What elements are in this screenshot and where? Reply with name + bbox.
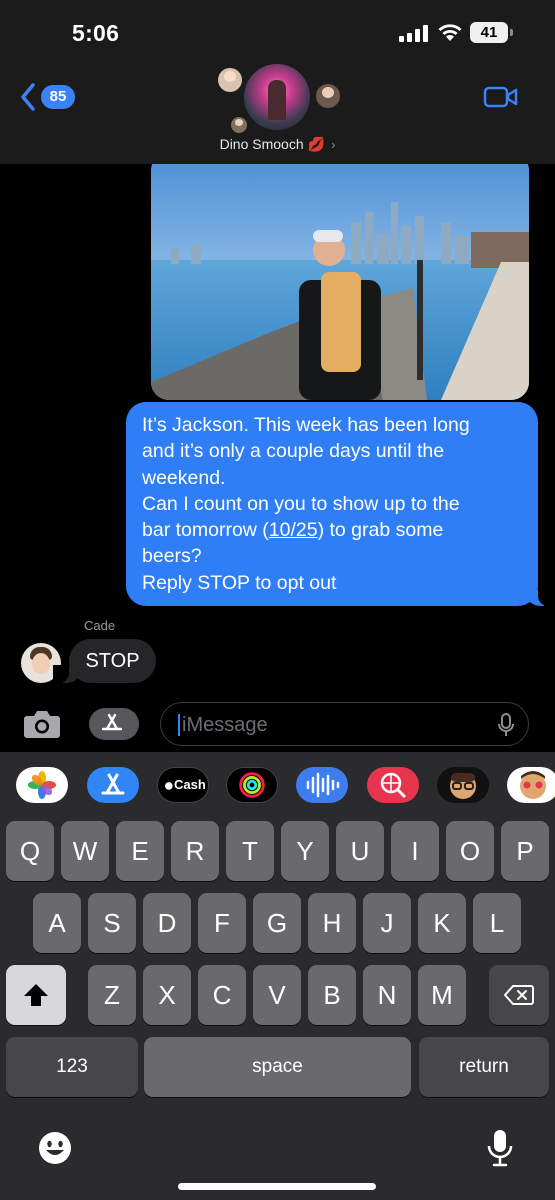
message-line: bar tomorrow (10/25) to grab some (142, 517, 522, 543)
key-i[interactable]: I (391, 821, 439, 881)
back-button[interactable]: 85 (20, 83, 75, 111)
key-f[interactable]: F (198, 893, 246, 953)
shift-icon (24, 984, 48, 1006)
key-d[interactable]: D (143, 893, 191, 953)
member-avatar (231, 117, 247, 133)
key-k[interactable]: K (418, 893, 466, 953)
numbers-key[interactable]: 123 (6, 1037, 138, 1097)
member-avatar (316, 84, 340, 108)
apps-button[interactable] (89, 708, 139, 740)
delete-icon (504, 985, 534, 1005)
key-u[interactable]: U (336, 821, 384, 881)
photos-app-button[interactable] (16, 767, 68, 803)
status-time: 5:06 (72, 20, 120, 46)
video-camera-icon[interactable] (483, 85, 519, 109)
message-text: bar tomorrow ( (142, 519, 269, 542)
shift-key[interactable] (6, 965, 66, 1025)
key-a[interactable]: A (33, 893, 81, 953)
message-line: weekend. (142, 466, 226, 489)
key-s[interactable]: S (88, 893, 136, 953)
audio-message-button[interactable] (296, 767, 348, 803)
memoji-button[interactable] (437, 767, 489, 803)
memoji-stickers-icon (520, 771, 546, 799)
key-x[interactable]: X (143, 965, 191, 1025)
battery-indicator: 41 (470, 22, 514, 43)
waveform-icon (306, 772, 340, 798)
microphone-icon[interactable] (498, 713, 514, 737)
key-p[interactable]: P (501, 821, 549, 881)
memoji-icon (450, 773, 476, 799)
photo-message[interactable] (151, 152, 529, 400)
memoji-stickers-button[interactable] (507, 767, 555, 803)
camera-icon[interactable] (23, 708, 61, 740)
message-input[interactable]: iMessage (160, 702, 529, 746)
activity-rings-icon (239, 772, 265, 798)
sender-name: Cade (84, 618, 116, 633)
member-avatar (218, 68, 242, 92)
key-g[interactable]: G (253, 893, 301, 953)
key-b[interactable]: B (308, 965, 356, 1025)
microphone-icon[interactable] (487, 1129, 513, 1167)
lips-emoji: 💋 (307, 136, 326, 152)
return-key[interactable]: return (419, 1037, 549, 1097)
message-text: ) to grab some (317, 519, 444, 542)
key-v[interactable]: V (253, 965, 301, 1025)
app-store-icon (101, 713, 123, 731)
key-t[interactable]: T (226, 821, 274, 881)
images-search-button[interactable] (367, 767, 419, 803)
key-m[interactable]: M (418, 965, 466, 1025)
key-n[interactable]: N (363, 965, 411, 1025)
key-j[interactable]: J (363, 893, 411, 953)
battery-level: 41 (470, 22, 508, 43)
key-y[interactable]: Y (281, 821, 329, 881)
group-avatar[interactable] (244, 64, 310, 130)
emoji-icon[interactable] (37, 1130, 73, 1166)
group-name: Dino Smooch (219, 136, 304, 152)
chevron-right-icon: › (331, 137, 336, 152)
apple-cash-label: Cash (174, 777, 206, 792)
message-line: and it’s only a couple days until the (142, 440, 445, 463)
status-bar: 5:06 41 (0, 0, 555, 62)
incoming-message-bubble[interactable]: STOP (53, 639, 156, 683)
text-caret (178, 714, 180, 736)
key-r[interactable]: R (171, 821, 219, 881)
app-store-icon (101, 773, 125, 795)
key-e[interactable]: E (116, 821, 164, 881)
photo-image (151, 152, 529, 400)
fitness-app-button[interactable] (226, 767, 278, 803)
key-l[interactable]: L (473, 893, 521, 953)
message-line: beers? (142, 545, 202, 568)
message-line: It’s Jackson. This week has been long (142, 414, 470, 436)
message-line: Reply STOP to opt out (142, 571, 337, 594)
apple-cash-button[interactable]: Cash (157, 767, 209, 803)
key-o[interactable]: O (446, 821, 494, 881)
key-h[interactable]: H (308, 893, 356, 953)
wifi-icon (438, 24, 462, 41)
home-indicator[interactable] (178, 1183, 376, 1190)
outgoing-message-bubble[interactable]: It’s Jackson. This week has been long an… (126, 402, 554, 606)
incoming-message-text: STOP (85, 650, 140, 672)
date-link[interactable]: 10/25 (269, 519, 318, 541)
app-store-app-button[interactable] (87, 767, 139, 803)
space-key[interactable]: space (144, 1037, 411, 1097)
globe-search-icon (380, 772, 406, 798)
key-z[interactable]: Z (88, 965, 136, 1025)
chevron-left-icon (21, 83, 35, 111)
delete-key[interactable] (489, 965, 549, 1025)
battery-cap (510, 29, 513, 36)
group-name-button[interactable]: Dino Smooch 💋 › (0, 136, 555, 153)
message-placeholder: iMessage (182, 714, 268, 736)
cellular-signal-icon (399, 25, 428, 42)
message-line: Can I count on you to show up to the (142, 492, 460, 515)
key-c[interactable]: C (198, 965, 246, 1025)
key-w[interactable]: W (61, 821, 109, 881)
key-q[interactable]: Q (6, 821, 54, 881)
unread-count-badge: 85 (41, 85, 75, 109)
photos-icon (28, 771, 56, 799)
